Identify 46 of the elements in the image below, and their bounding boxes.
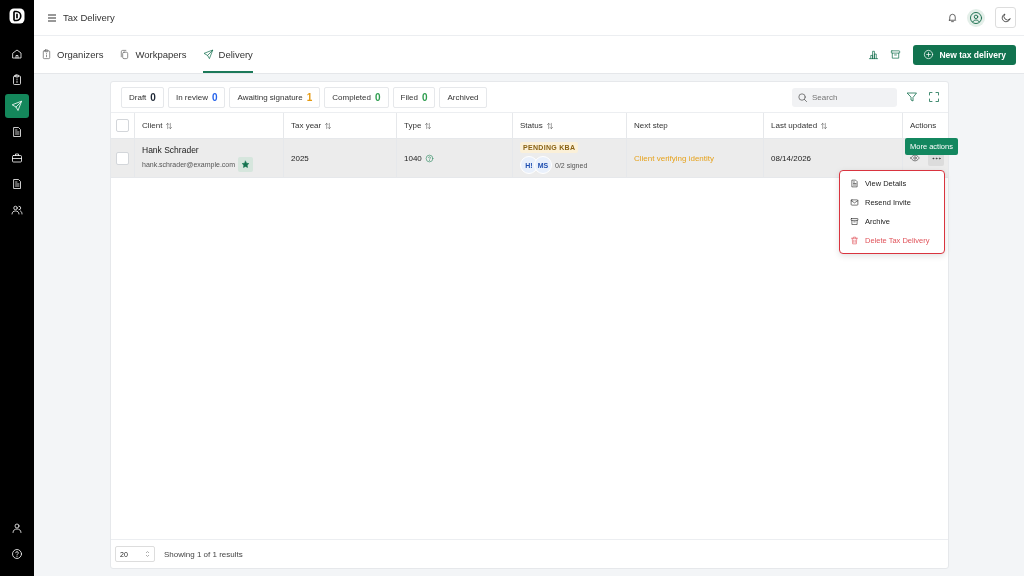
column-header[interactable]: Type [404,121,422,130]
results-summary: Showing 1 of 1 results [164,549,243,559]
paper-plane-icon [202,49,214,60]
column-header[interactable]: Last updated [771,121,818,130]
filter-chip[interactable]: Completed 0 [324,86,389,108]
tab[interactable]: Organizers [41,36,104,73]
next-step: Client verifying identity [634,153,715,163]
archive-box-icon [850,217,859,226]
return-type: 1040 [404,153,422,163]
clipboard-icon [41,49,52,60]
column-header[interactable]: Tax year [291,121,322,130]
select-all-checkbox[interactable] [116,119,129,132]
moon-icon[interactable] [995,7,1016,28]
sort-icon[interactable] [545,121,554,130]
row-checkbox[interactable] [116,151,129,165]
column-header[interactable]: Next step [634,121,668,130]
plus-circle-icon [923,49,935,60]
column-header[interactable]: Actions [910,121,937,130]
sort-icon[interactable] [820,121,829,130]
tax-year: 2025 [291,153,309,163]
column-header[interactable]: Status [520,121,543,130]
filter-chip[interactable]: Archived [439,86,487,108]
filter-chip[interactable]: Awaiting signature 1 [229,86,321,108]
stepper-arrows-icon[interactable] [145,550,150,558]
client-name: Hank Schrader [142,144,199,155]
envelope-icon [850,198,859,207]
sort-icon[interactable] [424,121,433,130]
filter-chip[interactable]: Draft 0 [121,86,164,108]
user-circle-icon[interactable] [967,8,985,27]
logo-icon [8,7,26,25]
page-title: Tax Delivery [63,12,115,23]
paper-plane-icon[interactable] [5,94,29,118]
tab[interactable]: Workpapers [119,36,187,73]
column-header[interactable]: Client [142,121,163,130]
sort-icon[interactable] [165,121,174,130]
search-field[interactable]: Search [792,87,897,107]
document-icon [850,179,859,188]
sort-icon[interactable] [324,121,333,130]
trash-icon [850,236,859,245]
filter-chip[interactable]: In review 0 [167,86,226,108]
menu-icon[interactable] [47,12,57,23]
filter-chip[interactable]: Filed 0 [392,86,436,108]
last-updated: 08/14/2026 [771,153,812,163]
eye-icon[interactable] [910,153,920,163]
copy-icon [119,49,131,60]
new-tax-delivery-button[interactable]: New tax delivery [913,44,1016,65]
